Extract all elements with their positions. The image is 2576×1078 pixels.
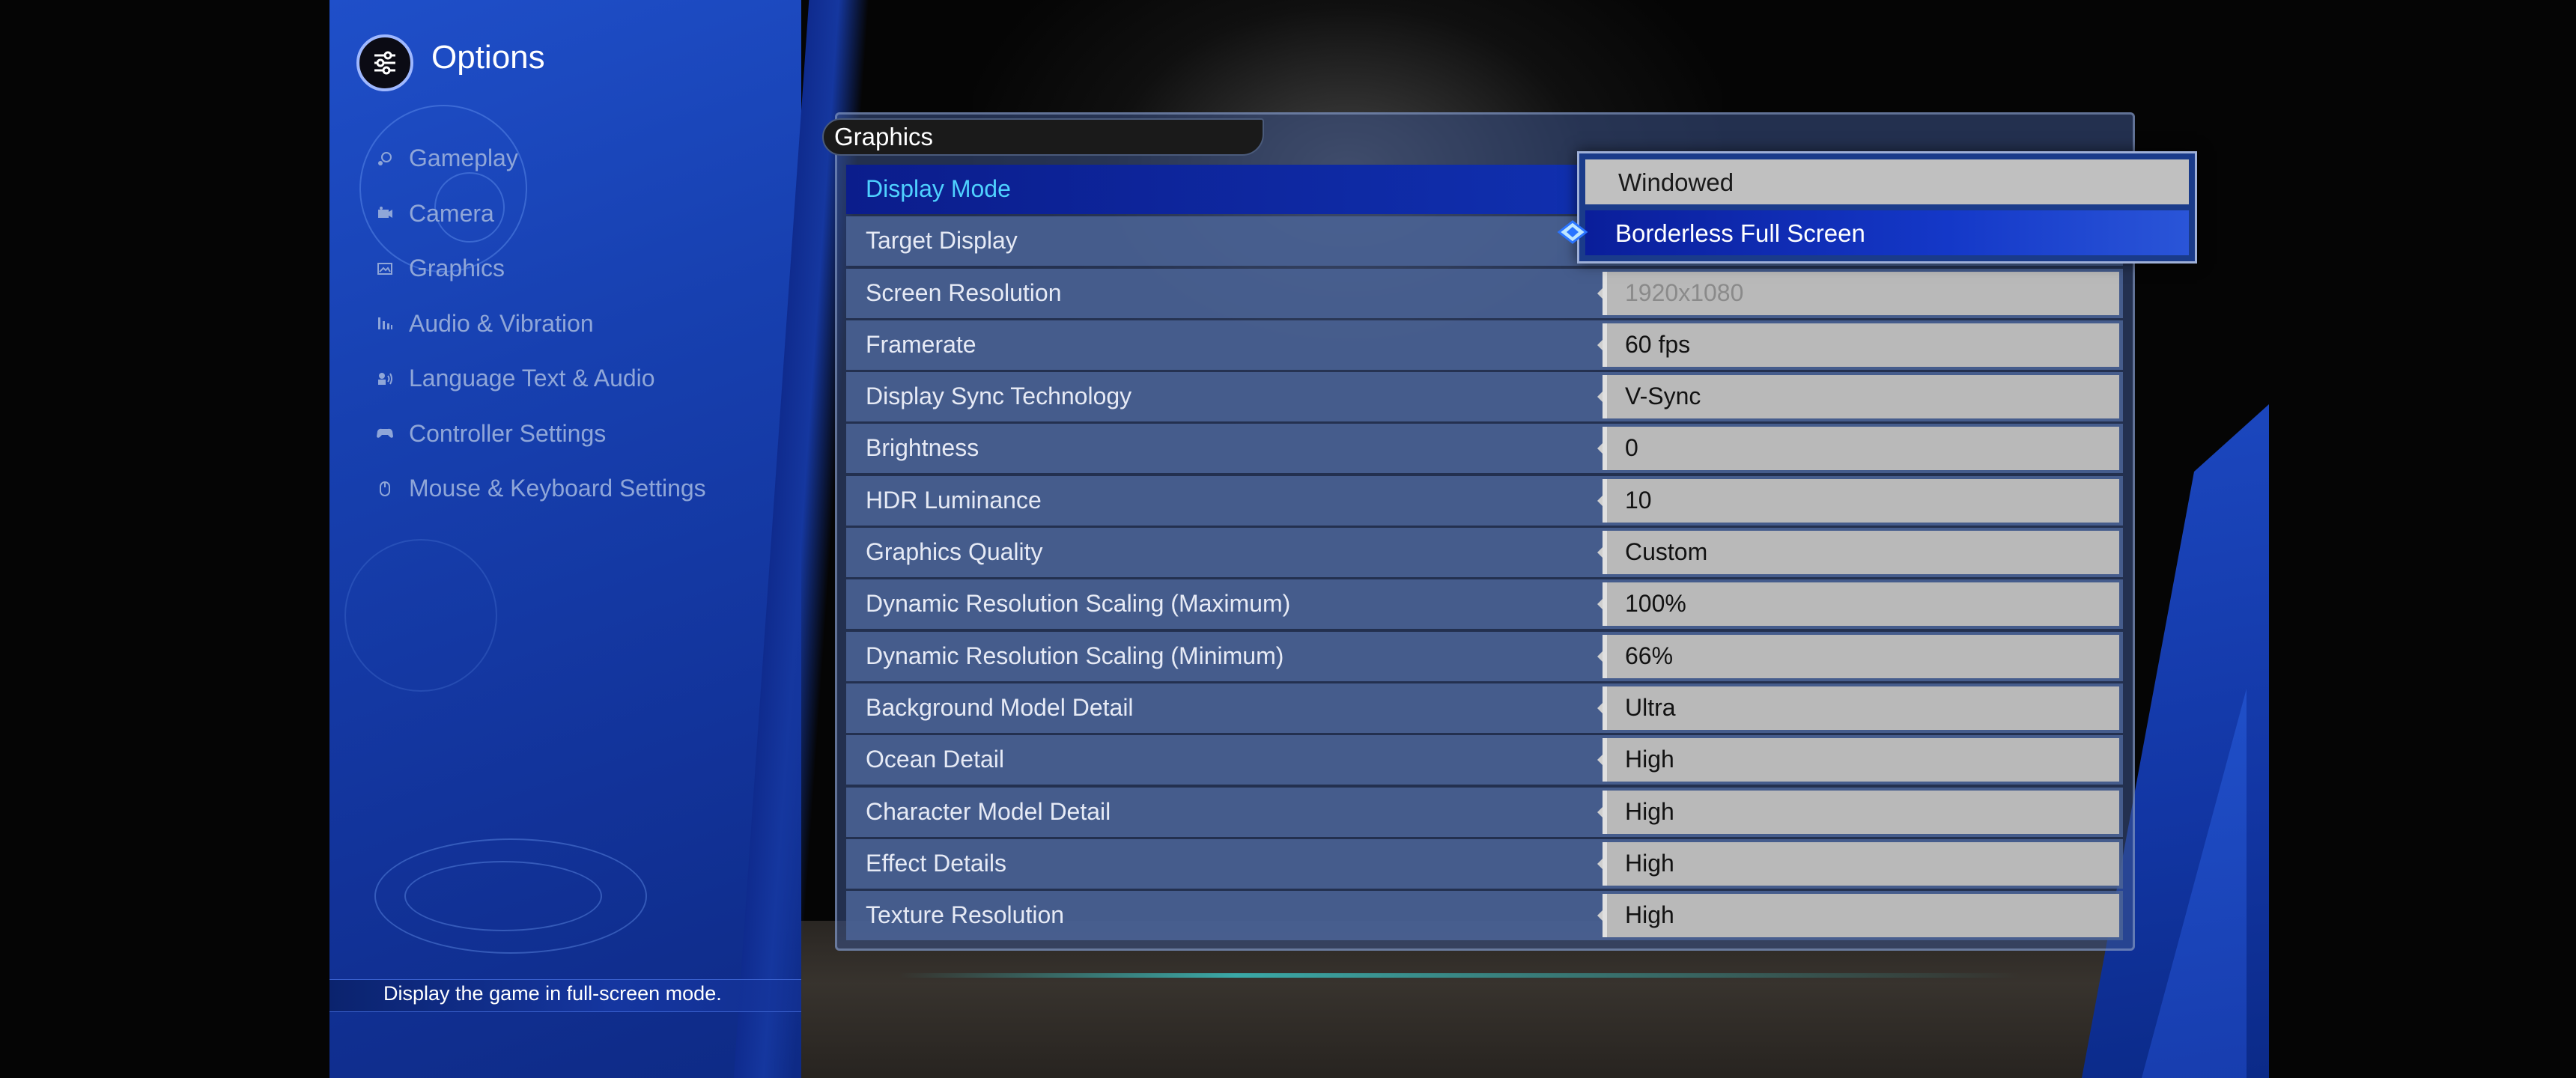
options-icon [356,34,413,91]
setting-value[interactable]: V-Sync [1597,375,2119,419]
setting-value-text: High [1625,797,1674,825]
setting-value[interactable]: High [1597,894,2119,938]
dropdown-option-label: Windowed [1618,168,1734,196]
gameplay-icon [374,148,395,169]
setting-value[interactable]: 1920x1080 [1597,271,2119,315]
setting-value[interactable]: 0 [1597,427,2119,471]
nav-item-camera[interactable]: Camera [374,186,764,242]
graphics-icon [374,258,395,279]
section-title: Graphics [834,123,934,150]
setting-value-text: 66% [1625,642,1674,669]
setting-value[interactable]: 66% [1597,634,2119,678]
setting-row-drs-max[interactable]: Dynamic Resolution Scaling (Maximum) 100… [846,579,2123,630]
nav-label: Audio & Vibration [409,309,594,337]
dropdown-option-windowed[interactable]: Windowed [1585,159,2189,204]
setting-value-text: 60 fps [1625,330,1691,358]
setting-value-text: V-Sync [1625,383,1701,410]
language-icon [374,368,395,389]
nav-label: Camera [409,199,494,227]
help-text: Display the game in full-screen mode. [383,982,722,1005]
setting-value[interactable]: Ultra [1597,686,2119,730]
background-glow-line [899,973,2022,978]
setting-value[interactable]: 100% [1597,582,2119,627]
setting-row-graphics-quality[interactable]: Graphics Quality Custom [846,528,2123,578]
controller-icon [374,423,395,444]
setting-label: Screen Resolution [866,278,1062,306]
setting-row-hdr-luminance[interactable]: HDR Luminance 10 [846,475,2123,526]
setting-value[interactable]: High [1597,738,2119,782]
options-title: Options [431,39,545,76]
setting-row-effect-details[interactable]: Effect Details High [846,838,2123,889]
setting-value[interactable]: 60 fps [1597,323,2119,367]
setting-value[interactable]: 10 [1597,478,2119,523]
setting-value-text: 0 [1625,434,1638,462]
setting-value-text: High [1625,849,1674,877]
nav-label: Language Text & Audio [409,365,655,392]
setting-value-text: Ultra [1625,693,1676,721]
setting-label: Display Mode [866,175,1011,202]
nav-label: Controller Settings [409,419,607,447]
nav-label: Mouse & Keyboard Settings [409,475,706,502]
setting-value-text: 10 [1625,486,1652,514]
setting-label: Dynamic Resolution Scaling (Minimum) [866,642,1284,669]
nav-label: Graphics [409,255,505,282]
setting-value[interactable]: High [1597,841,2119,886]
setting-value-text: 1920x1080 [1625,278,1744,306]
setting-label: Character Model Detail [866,797,1111,825]
setting-row-ocean-detail[interactable]: Ocean Detail High [846,735,2123,785]
setting-label: Brightness [866,434,979,462]
setting-value-text: High [1625,746,1674,773]
setting-label: Framerate [866,330,976,358]
setting-row-display-sync[interactable]: Display Sync Technology V-Sync [846,372,2123,422]
dropdown-option-borderless[interactable]: Borderless Full Screen [1585,210,2189,255]
mouse-icon [374,478,395,499]
setting-row-brightness[interactable]: Brightness 0 [846,424,2123,474]
setting-row-texture-resolution[interactable]: Texture Resolution High [846,891,2123,941]
nav-item-language[interactable]: Language Text & Audio [374,351,764,406]
nav-item-controller[interactable]: Controller Settings [374,406,764,462]
nav-item-gameplay[interactable]: Gameplay [374,131,764,186]
setting-label: Ocean Detail [866,746,1004,773]
selection-cursor-icon [1557,220,1588,244]
setting-row-character-model[interactable]: Character Model Detail High [846,787,2123,837]
setting-label: Dynamic Resolution Scaling (Maximum) [866,590,1291,618]
setting-label: Target Display [866,227,1018,255]
audio-icon [374,313,395,334]
camera-icon [374,203,395,224]
setting-label: Effect Details [866,849,1006,877]
nav-label: Gameplay [409,144,518,172]
nav-item-mouse-keyboard[interactable]: Mouse & Keyboard Settings [374,461,764,517]
setting-value[interactable]: Custom [1597,531,2119,575]
setting-row-background-model[interactable]: Background Model Detail Ultra [846,683,2123,733]
display-mode-dropdown: Windowed Borderless Full Screen [1577,151,2197,264]
setting-value-text: 100% [1625,590,1686,618]
nav-item-audio-vibration[interactable]: Audio & Vibration [374,296,764,352]
setting-label: Texture Resolution [866,901,1065,929]
setting-value-text: High [1625,901,1674,929]
setting-label: Background Model Detail [866,693,1134,721]
dropdown-option-label: Borderless Full Screen [1615,219,1865,247]
settings-list: Display Mode Target Display Screen Resol… [846,165,2123,943]
nav-item-graphics[interactable]: Graphics [374,241,764,296]
setting-value[interactable]: High [1597,790,2119,834]
setting-row-framerate[interactable]: Framerate 60 fps [846,320,2123,370]
setting-label: HDR Luminance [866,486,1042,514]
setting-row-drs-min[interactable]: Dynamic Resolution Scaling (Minimum) 66% [846,631,2123,681]
setting-row-screen-resolution[interactable]: Screen Resolution 1920x1080 [846,268,2123,318]
setting-label: Display Sync Technology [866,383,1132,410]
setting-label: Graphics Quality [866,538,1043,566]
setting-value-text: Custom [1625,538,1708,566]
options-nav: Gameplay Camera Graphics Audio & Vibrati… [374,131,764,517]
